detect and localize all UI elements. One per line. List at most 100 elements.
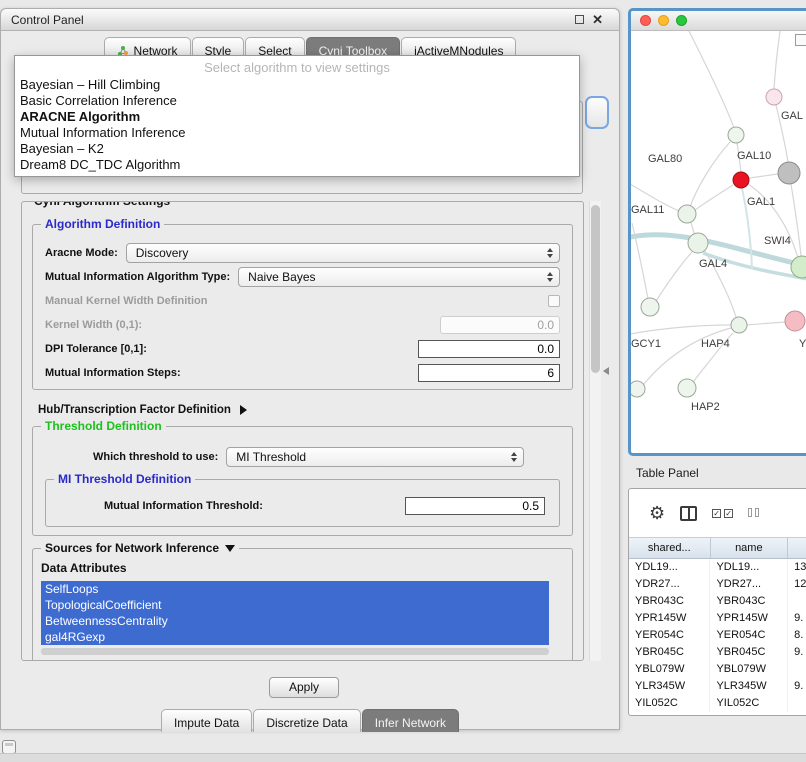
table-cell: YER054C (710, 627, 788, 644)
table-cell: 9. (788, 610, 806, 627)
select-all-icon[interactable]: ✓✓ (712, 509, 733, 518)
table-row[interactable]: YBR043CYBR043C (629, 593, 806, 610)
network-node[interactable] (733, 172, 749, 188)
close-icon[interactable]: ✕ (592, 13, 603, 26)
table-panel-window: ⚙ ✓✓ shared...name YDL19...YDL19...13YDR… (628, 488, 806, 716)
manual-kernel-row: Manual Kernel Width Definition (45, 289, 560, 313)
table-cell: YIL052C (710, 695, 788, 712)
control-panel-titlebar[interactable]: Control Panel ✕ (1, 9, 619, 31)
network-node[interactable] (641, 298, 659, 316)
hub-definition-label: Hub/Transcription Factor Definition (38, 404, 231, 416)
column-header[interactable] (788, 538, 806, 558)
mi-steps-row: Mutual Information Steps: (45, 361, 560, 385)
dpi-tolerance-input[interactable] (418, 340, 560, 358)
network-node[interactable] (688, 233, 708, 253)
float-window-icon[interactable] (575, 15, 584, 24)
kernel-width-label: Kernel Width (0,1): (45, 319, 142, 331)
network-edge (644, 328, 731, 384)
network-node[interactable] (631, 381, 645, 397)
hub-definition-toggle[interactable]: Hub/Transcription Factor Definition (38, 402, 573, 418)
attribute-item[interactable]: TopologicalCoefficient (41, 597, 549, 613)
network-window-titlebar[interactable] (631, 11, 806, 31)
mi-type-label: Mutual Information Algorithm Type: (45, 271, 230, 283)
algorithm-option[interactable]: Bayesian – Hill Climbing (15, 77, 579, 93)
tab-impute-data[interactable]: Impute Data (161, 709, 252, 732)
network-node[interactable] (785, 311, 805, 331)
scrollbar-thumb[interactable] (591, 205, 600, 373)
combo-value: MI Threshold (236, 450, 306, 464)
network-node[interactable] (678, 379, 696, 397)
mi-threshold-input[interactable] (405, 497, 545, 515)
aracne-mode-row: Aracne Mode: Discovery (45, 241, 560, 265)
table-row[interactable]: YBR045CYBR045C9. (629, 644, 806, 661)
node-label: HAP4 (701, 338, 730, 350)
network-node[interactable] (678, 205, 696, 223)
table-row[interactable]: YDR27...YDR27...12 (629, 576, 806, 593)
combo-value: Discovery (136, 246, 189, 260)
table-cell: 9. (788, 644, 806, 661)
stepper-arrows-icon (547, 272, 553, 282)
network-node[interactable] (731, 317, 747, 333)
attributes-hscrollbar[interactable] (41, 648, 549, 655)
sources-title: Sources for Network Inference (45, 541, 219, 555)
network-node[interactable] (778, 162, 800, 184)
algorithm-option[interactable]: ARACNE Algorithm (15, 109, 579, 125)
mi-steps-input[interactable] (418, 364, 560, 382)
attribute-item[interactable]: BetweennessCentrality (41, 613, 549, 629)
manual-kernel-checkbox[interactable] (548, 295, 560, 307)
mi-type-select[interactable]: Naive Bayes (238, 267, 560, 287)
titlebar-icons: ✕ (575, 13, 603, 26)
table-row[interactable]: YPR145WYPR145W9. (629, 610, 806, 627)
column-header[interactable]: shared... (629, 538, 711, 558)
network-edge (791, 184, 801, 256)
table-row[interactable]: YBL079WYBL079W (629, 661, 806, 678)
focused-button-fragment[interactable] (585, 96, 609, 129)
network-edge (690, 142, 730, 207)
algorithm-option[interactable]: Bayesian – K2 (15, 141, 579, 157)
network-node[interactable] (728, 127, 744, 143)
algorithm-option[interactable]: Mutual Information Inference (15, 125, 579, 141)
table-row[interactable]: YDL19...YDL19...13 (629, 559, 806, 576)
table-row[interactable]: YIL052CYIL052C (629, 695, 806, 712)
node-label: GAL10 (737, 150, 771, 162)
cyni-algorithm-settings-group: Cyni Algorithm Settings Algorithm Defini… (21, 201, 584, 661)
dpi-tolerance-row: DPI Tolerance [0,1]: (45, 337, 560, 361)
network-node[interactable] (766, 89, 782, 105)
sources-toggle[interactable]: Sources for Network Inference (41, 541, 239, 555)
settings-scrollbar[interactable] (589, 201, 601, 661)
network-canvas[interactable]: GALGAL80GAL10GAL11GAL1SWI4GAL4GCY1HAP4YH… (631, 31, 806, 453)
panel-dock-icon[interactable] (2, 740, 16, 754)
tab-infer-network[interactable]: Infer Network (362, 709, 459, 732)
table-row[interactable]: YER054CYER054C8. (629, 627, 806, 644)
data-attributes-list: SelfLoopsTopologicalCoefficientBetweenne… (41, 581, 549, 645)
network-scroll-box[interactable] (795, 34, 806, 46)
node-label: GAL1 (747, 196, 775, 208)
which-threshold-select[interactable]: MI Threshold (226, 447, 524, 467)
aracne-mode-select[interactable]: Discovery (126, 243, 560, 263)
mi-steps-label: Mutual Information Steps: (45, 367, 181, 379)
apply-button[interactable]: Apply (269, 677, 339, 698)
group-title: MI Threshold Definition (54, 472, 195, 486)
sources-group: Sources for Network Inference Data Attri… (32, 548, 573, 661)
tab-label: Discretize Data (266, 716, 347, 730)
minimize-traffic-light[interactable] (658, 15, 669, 26)
close-traffic-light[interactable] (640, 15, 651, 26)
kernel-width-input[interactable] (440, 316, 560, 334)
table-cell: YBR043C (629, 593, 710, 610)
gear-icon[interactable]: ⚙ (649, 504, 665, 522)
column-header[interactable]: name (711, 538, 789, 558)
attribute-item[interactable]: gal4RGexp (41, 629, 549, 645)
dropdown-placeholder[interactable]: Select algorithm to view settings (15, 58, 579, 77)
deselect-all-icon[interactable] (748, 508, 759, 519)
zoom-traffic-light[interactable] (676, 15, 687, 26)
panel-collapse-arrow[interactable] (603, 367, 609, 375)
columns-icon[interactable] (680, 506, 697, 521)
attribute-item[interactable]: SelfLoops (41, 581, 549, 597)
tab-discretize-data[interactable]: Discretize Data (253, 709, 360, 732)
table-cell: 12 (788, 576, 806, 593)
table-row[interactable]: YLR345WYLR345W9. (629, 678, 806, 695)
node-label: HAP2 (691, 401, 720, 413)
algorithm-option[interactable]: Basic Correlation Inference (15, 93, 579, 109)
algorithm-option[interactable]: Dream8 DC_TDC Algorithm (15, 157, 579, 173)
group-title: Algorithm Definition (41, 217, 164, 231)
